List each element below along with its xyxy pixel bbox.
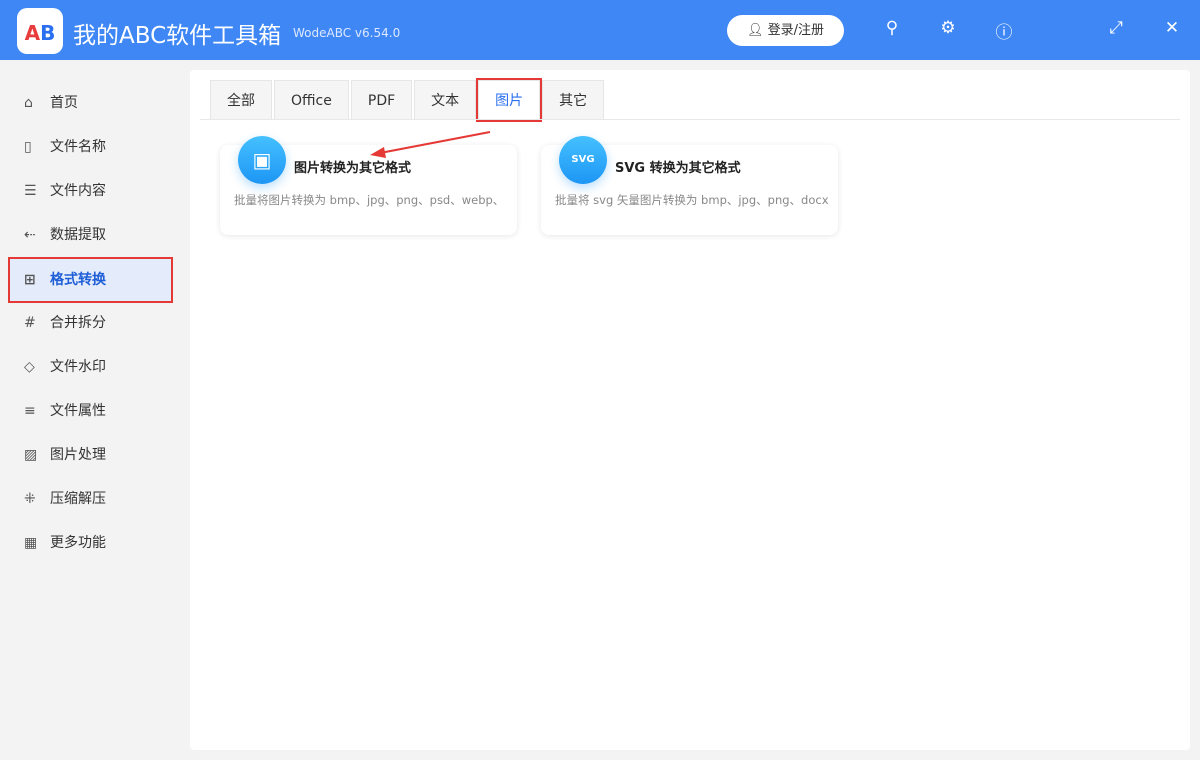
card-title: 图片转换为其它格式 <box>294 161 412 176</box>
tab-image[interactable]: 图片 <box>476 78 543 122</box>
sidebar-item-compress[interactable]: ⁜ 压缩解压 <box>10 478 171 520</box>
card-title: SVG 转换为其它格式 <box>615 161 741 176</box>
sidebar-item-filename[interactable]: ▯ 文件名称 <box>10 126 171 168</box>
title-bar: AB 我的ABC软件工具箱 WodeABC v6.54.0 👤︎ 登录/注册 ⚲… <box>0 0 1200 60</box>
home-icon: ⌂ <box>24 95 33 111</box>
sidebar-item-merge[interactable]: # 合并拆分 <box>10 302 171 344</box>
sidebar-item-properties[interactable]: ≡ 文件属性 <box>10 390 171 432</box>
grid-icon: ▦ <box>24 535 38 551</box>
category-tabs: 全部 Office PDF 文本 图片 其它 <box>210 78 605 122</box>
tab-pdf[interactable]: PDF <box>350 80 413 120</box>
file-icon: ▯ <box>24 139 32 155</box>
convert-icon: ⊞ <box>24 272 36 288</box>
image-icon: ▨ <box>24 447 38 463</box>
sidebar-item-extract[interactable]: ⇠ 数据提取 <box>10 214 171 256</box>
properties-icon: ≡ <box>24 403 36 419</box>
sidebar-item-more[interactable]: ▦ 更多功能 <box>10 522 171 564</box>
app-version: WodeABC v6.54.0 <box>293 26 401 40</box>
sidebar-item-content[interactable]: ☰ 文件内容 <box>10 170 171 212</box>
sidebar-item-home[interactable]: ⌂ 首页 <box>10 82 171 124</box>
list-icon: ☰ <box>24 183 37 199</box>
card-description: 批量将图片转换为 bmp、jpg、png、psd、webp、 <box>234 193 505 207</box>
hash-icon: # <box>24 315 36 331</box>
card-description: 批量将 svg 矢量图片转换为 bmp、jpg、png、docx <box>555 193 829 207</box>
user-icon: 👤︎ <box>746 23 768 38</box>
svg-convert-card[interactable]: SVG SVG 转换为其它格式 批量将 svg 矢量图片转换为 bmp、jpg、… <box>541 136 838 235</box>
gear-icon[interactable]: ⚙ <box>936 18 960 38</box>
app-title: 我的ABC软件工具箱 <box>73 23 282 49</box>
annotation-arrow <box>370 131 491 158</box>
extract-icon: ⇠ <box>24 227 36 243</box>
compress-icon: ⁜ <box>24 491 36 507</box>
tab-office[interactable]: Office <box>274 80 349 120</box>
shield-icon: ◇ <box>24 359 35 375</box>
main-panel: 全部 Office PDF 文本 图片 其它 ▣ 图片转换为其它格式 批量将图片… <box>190 70 1190 750</box>
app-logo: AB <box>17 8 63 54</box>
login-button[interactable]: 👤︎ 登录/注册 <box>727 15 844 46</box>
sidebar-item-watermark[interactable]: ◇ 文件水印 <box>10 346 171 388</box>
sidebar-item-image[interactable]: ▨ 图片处理 <box>10 434 171 476</box>
search-icon[interactable]: ⚲ <box>880 18 904 38</box>
maximize-icon[interactable]: ⤢ <box>1104 18 1128 38</box>
image-convert-card[interactable]: ▣ 图片转换为其它格式 批量将图片转换为 bmp、jpg、png、psd、web… <box>220 136 517 235</box>
tab-other[interactable]: 其它 <box>542 80 605 120</box>
tab-all[interactable]: 全部 <box>210 80 272 120</box>
sidebar: ⌂ 首页 ▯ 文件名称 ☰ 文件内容 ⇠ 数据提取 ⊞ 格式转换 # 合并拆分 ◇ 文件水印 … <box>0 60 180 760</box>
close-icon[interactable]: ✕ <box>1160 18 1184 38</box>
tab-divider <box>200 119 1180 120</box>
tab-text[interactable]: 文本 <box>414 80 477 120</box>
sidebar-item-convert[interactable]: ⊞ 格式转换 <box>8 257 173 303</box>
image-convert-icon: ▣ <box>238 136 286 184</box>
svg-icon: SVG <box>559 136 607 184</box>
help-icon[interactable]: ⓘ <box>992 18 1016 43</box>
